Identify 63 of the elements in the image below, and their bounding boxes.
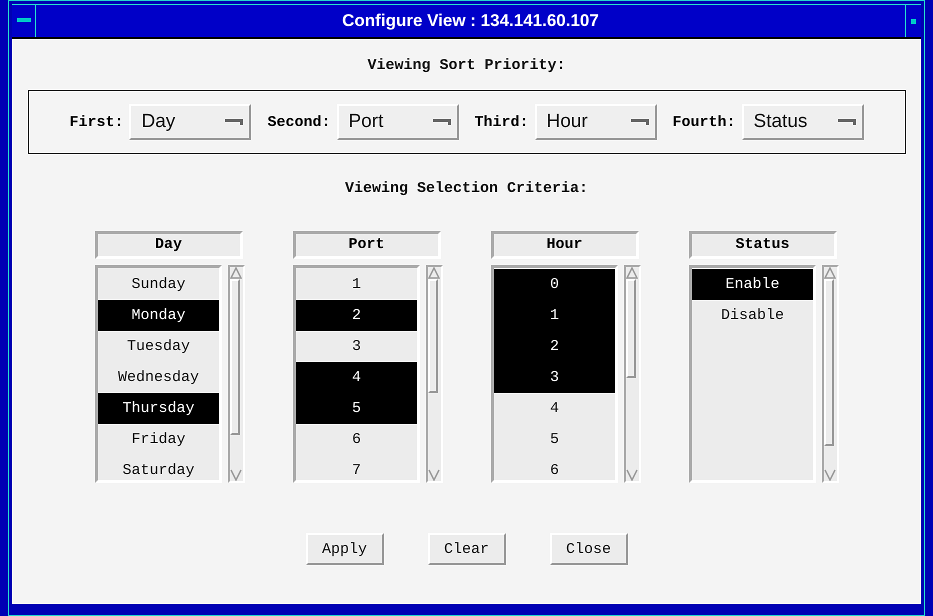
list-item[interactable]: 1 bbox=[296, 269, 418, 300]
list-item[interactable]: 4 bbox=[296, 362, 418, 393]
scroll-down-icon bbox=[626, 469, 638, 481]
list-item[interactable]: 3 bbox=[296, 331, 418, 362]
option-menu[interactable]: Port bbox=[336, 104, 458, 140]
dialog-button[interactable]: Close bbox=[550, 533, 628, 565]
list-item[interactable]: Monday bbox=[98, 300, 220, 331]
window-title: Configure View : 134.141.60.107 bbox=[341, 11, 600, 31]
list-item[interactable]: Enable bbox=[692, 269, 814, 300]
list-item[interactable]: Tuesday bbox=[98, 331, 220, 362]
list-item[interactable]: 1 bbox=[494, 300, 616, 331]
field-label: Second: bbox=[267, 114, 330, 130]
scrollbar-thumb[interactable] bbox=[428, 279, 438, 393]
scroll-down-icon bbox=[824, 469, 836, 481]
list-item[interactable]: 0 bbox=[494, 269, 616, 300]
section-heading: Viewing Sort Priority: bbox=[367, 57, 566, 74]
option-menu[interactable]: Day bbox=[129, 104, 252, 140]
scroll-up-icon bbox=[230, 267, 242, 279]
section-heading: Viewing Selection Criteria: bbox=[344, 180, 588, 197]
list-item[interactable]: 3 bbox=[494, 362, 616, 393]
option-menu-icon bbox=[630, 119, 649, 125]
list-item[interactable]: 6 bbox=[494, 455, 616, 480]
list-item[interactable]: Sunday bbox=[98, 269, 220, 300]
scroll-down-icon bbox=[428, 469, 440, 481]
option-menu-icon bbox=[225, 119, 244, 125]
scroll-up-icon bbox=[428, 267, 440, 279]
dialog-button[interactable]: Apply bbox=[306, 533, 384, 565]
menu-icon bbox=[16, 18, 30, 24]
option-menu-icon bbox=[432, 119, 450, 125]
scrollbar-thumb[interactable] bbox=[626, 279, 636, 378]
list-header: Day bbox=[94, 231, 242, 259]
scroll-up-icon bbox=[626, 267, 638, 279]
list-item[interactable]: 2 bbox=[296, 300, 418, 331]
option-menu-icon bbox=[838, 119, 856, 125]
square-icon bbox=[911, 18, 916, 24]
list-item[interactable]: Saturday bbox=[98, 455, 220, 480]
list-item[interactable]: 7 bbox=[296, 455, 418, 480]
list-item[interactable]: 6 bbox=[296, 424, 418, 455]
field-label: Fourth: bbox=[672, 114, 736, 130]
list-item[interactable]: Friday bbox=[98, 424, 220, 455]
list-item[interactable]: Disable bbox=[692, 300, 814, 331]
field-label: Third: bbox=[474, 114, 529, 130]
list-item[interactable]: Thursday bbox=[98, 393, 220, 424]
list-item[interactable]: 5 bbox=[296, 393, 418, 424]
list-item[interactable]: 2 bbox=[494, 331, 616, 362]
scrollbar-thumb[interactable] bbox=[824, 279, 834, 446]
option-menu[interactable]: Status bbox=[742, 104, 864, 140]
scrollbar-thumb[interactable] bbox=[230, 279, 240, 435]
list-item[interactable]: 5 bbox=[494, 424, 616, 455]
scroll-down-icon bbox=[230, 469, 242, 481]
scroll-up-icon bbox=[824, 267, 836, 279]
list-header: Status bbox=[688, 231, 836, 259]
option-menu[interactable]: Hour bbox=[534, 104, 657, 140]
list-item[interactable]: 4 bbox=[494, 393, 616, 424]
scrollbar[interactable] bbox=[822, 265, 838, 483]
list-header: Hour bbox=[490, 231, 638, 259]
dialog-button[interactable]: Clear bbox=[428, 533, 506, 565]
field-label: First: bbox=[69, 114, 124, 130]
scrollbar[interactable] bbox=[624, 265, 640, 483]
scrollbar[interactable] bbox=[228, 265, 244, 483]
scrollbar[interactable] bbox=[426, 265, 442, 483]
list-item[interactable]: Wednesday bbox=[98, 362, 220, 393]
list-header: Port bbox=[292, 231, 440, 259]
